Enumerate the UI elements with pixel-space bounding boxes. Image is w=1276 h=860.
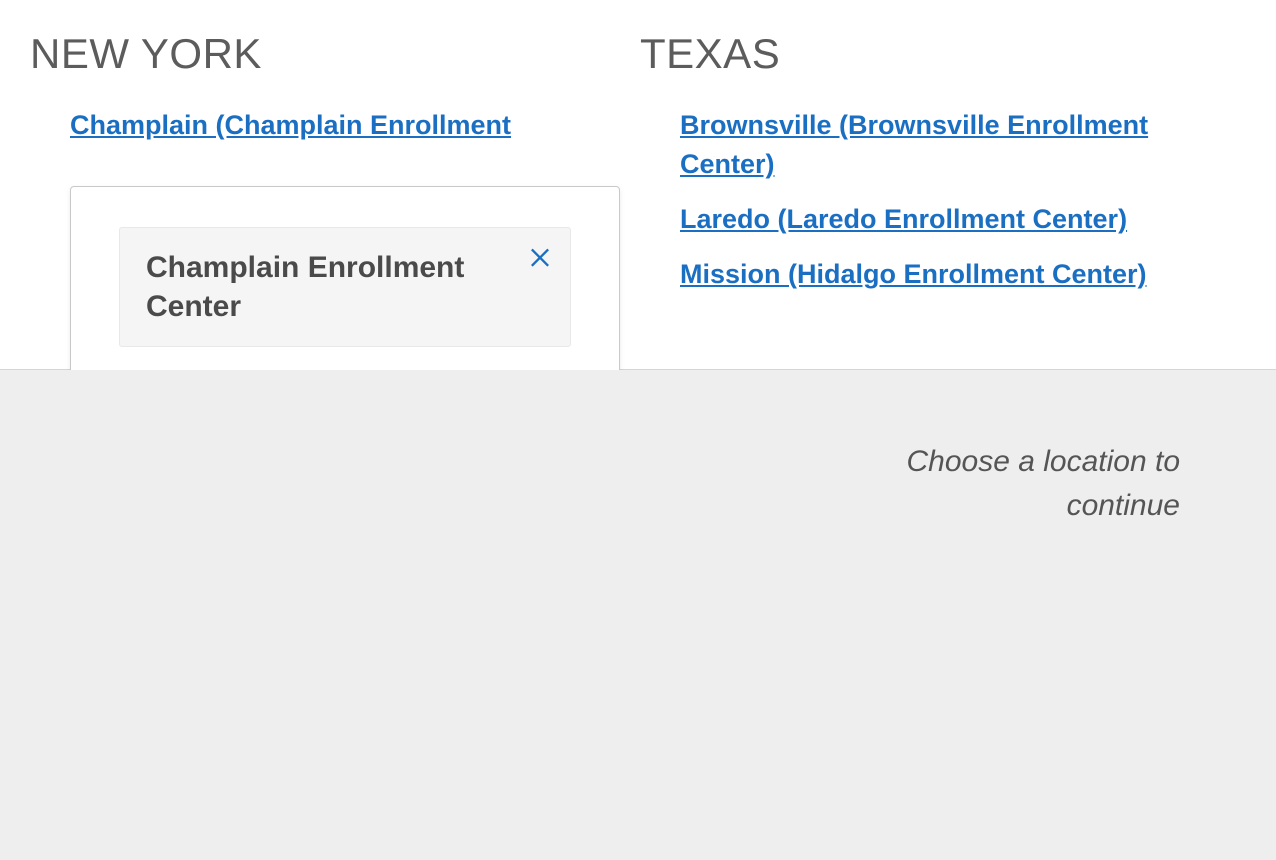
location-link-laredo[interactable]: Laredo (Laredo Enrollment Center) <box>680 204 1127 234</box>
bottom-region: Choose a location to continue <box>0 370 1276 860</box>
continue-instruction: Choose a location to continue <box>900 440 1180 527</box>
location-list-tx: Brownsville (Brownsville Enrollment Cent… <box>640 106 1210 295</box>
close-icon[interactable] <box>526 242 554 270</box>
location-link-mission[interactable]: Mission (Hidalgo Enrollment Center) <box>680 259 1147 289</box>
state-heading-ny: NEW YORK <box>30 30 600 78</box>
location-list-ny: Champlain (Champlain Enrollment <box>30 106 600 145</box>
popup-header: Champlain Enrollment Center <box>119 227 571 347</box>
location-link-champlain[interactable]: Champlain (Champlain Enrollment <box>70 110 511 140</box>
location-link-brownsville[interactable]: Brownsville (Brownsville Enrollment Cent… <box>680 110 1148 179</box>
popup-title: Champlain Enrollment Center <box>146 248 544 326</box>
state-column-tx: TEXAS Brownsville (Brownsville Enrollmen… <box>640 30 1210 311</box>
state-heading-tx: TEXAS <box>640 30 1210 78</box>
